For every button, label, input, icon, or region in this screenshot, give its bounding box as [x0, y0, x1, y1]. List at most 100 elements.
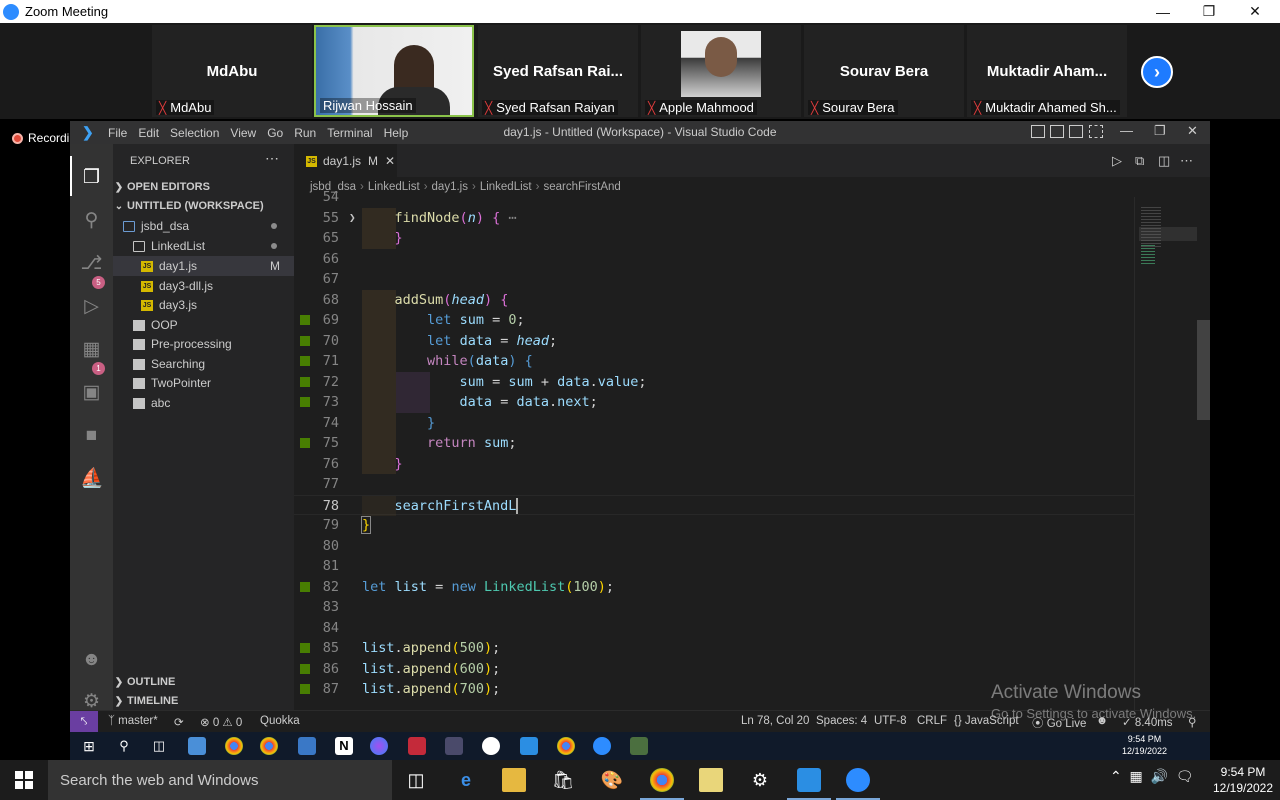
tab-day1[interactable]: JS day1.js M ✕ — [294, 144, 397, 177]
windows-start-button[interactable] — [0, 760, 48, 800]
store-icon[interactable]: 🛍 — [551, 768, 575, 792]
settings-gear-icon[interactable]: ⚙ — [748, 768, 772, 792]
system-tray[interactable]: ⌃ ▦ 🔊 🗨 — [1110, 768, 1194, 785]
taskbar-clock[interactable]: 9:54 PM 12/19/2022 — [1210, 764, 1276, 796]
encoding[interactable]: UTF-8 — [874, 715, 907, 727]
search-icon[interactable]: ⚲ — [80, 209, 103, 232]
tree-item-day3[interactable]: JS day3.js — [113, 295, 294, 315]
taskbar-search-box[interactable]: Search the web and Windows — [48, 760, 392, 800]
source-control-icon[interactable]: ⎇ — [80, 252, 103, 275]
vscode-restore-button[interactable]: ❐ — [1154, 123, 1166, 139]
docker-icon[interactable]: ⛵ — [80, 467, 104, 490]
toggle-sidebar-icon[interactable] — [1031, 125, 1045, 138]
code-line: 73 data = data.next; — [294, 392, 1134, 413]
app-icon[interactable] — [408, 737, 426, 755]
vscode-close-button[interactable]: ✕ — [1187, 123, 1198, 139]
windows-start-icon[interactable]: ⊞ — [80, 737, 98, 755]
menu-run[interactable]: Run — [294, 126, 316, 140]
tree-item-linkedlist[interactable]: LinkedList — [113, 236, 294, 256]
participant-tile[interactable]: Muktadir Aham... ╳ Muktadir Ahamed Sh... — [967, 25, 1127, 117]
menu-selection[interactable]: Selection — [170, 126, 219, 140]
menu-go[interactable]: Go — [267, 126, 283, 140]
close-button[interactable]: ✕ — [1232, 0, 1278, 23]
indentation[interactable]: Spaces: 4 — [816, 715, 867, 727]
search-icon[interactable]: ⚲ — [115, 737, 133, 755]
tree-item-oop[interactable]: OOP — [113, 315, 294, 335]
cursor-position[interactable]: Ln 78, Col 20 — [741, 715, 809, 727]
menu-edit[interactable]: Edit — [138, 126, 159, 140]
more-actions-icon[interactable]: ⋯ — [265, 150, 279, 167]
tree-item-abc[interactable]: abc — [113, 393, 294, 413]
notion-icon[interactable]: N — [335, 737, 353, 755]
fold-chevron-icon[interactable]: ❯ — [349, 208, 356, 229]
tree-item-day1[interactable]: JS day1.js M — [113, 256, 294, 276]
toggle-panel-icon[interactable] — [1050, 125, 1064, 138]
restore-button[interactable]: ❐ — [1186, 0, 1232, 23]
remote-explorer-icon[interactable]: ▣ — [80, 381, 103, 404]
app-icon[interactable] — [630, 737, 648, 755]
calculator-icon[interactable] — [298, 737, 316, 755]
menu-view[interactable]: View — [230, 126, 256, 140]
quokka-status[interactable]: Quokka — [260, 715, 300, 727]
tree-item-jsbd-dsa[interactable]: jsbd_dsa — [113, 216, 294, 236]
sync-icon[interactable]: ⟳ — [174, 715, 184, 729]
minimap[interactable] — [1134, 197, 1197, 710]
zoom-icon[interactable] — [593, 737, 611, 755]
editor-scrollbar[interactable] — [1197, 320, 1210, 420]
app-icon[interactable] — [188, 737, 206, 755]
chrome-icon[interactable] — [225, 737, 243, 755]
paint-icon[interactable]: 🎨 — [600, 768, 624, 792]
code-editor[interactable]: 54 55 ❯ findNode(n) { ⋯ 65 } 66 67 68 add… — [294, 189, 1210, 710]
participant-tile-video[interactable]: Rijwan Hossain — [314, 25, 474, 117]
tree-item-pre-processing[interactable]: Pre-processing — [113, 334, 294, 354]
participant-tile[interactable]: Sourav Bera ╳ Sourav Bera — [804, 25, 964, 117]
problems-indicator[interactable]: ⊗ 0 ⚠ 0 — [200, 715, 242, 729]
folder-icon[interactable] — [699, 768, 723, 792]
app-icon[interactable] — [445, 737, 463, 755]
tree-item-day3-dll[interactable]: JS day3-dll.js — [113, 276, 294, 296]
tree-item-searching[interactable]: Searching — [113, 354, 294, 374]
vscode-taskbar-icon[interactable] — [520, 737, 538, 755]
split-editor-icon[interactable]: ◫ — [1158, 153, 1170, 169]
section-timeline[interactable]: ❯ TIMELINE — [113, 691, 294, 711]
vscode-minimize-button[interactable]: — — [1120, 123, 1133, 138]
section-outline[interactable]: ❯ OUTLINE — [113, 672, 294, 692]
participant-tile[interactable]: ╳ Apple Mahmood — [641, 25, 801, 117]
accounts-icon[interactable]: ☻ — [80, 648, 103, 671]
chrome-icon[interactable] — [650, 768, 674, 792]
chrome-icon[interactable] — [260, 737, 278, 755]
menu-help[interactable]: Help — [384, 126, 409, 140]
task-view-icon[interactable]: ◫ — [404, 768, 428, 792]
participant-tile[interactable]: MdAbu ╳ MdAbu — [152, 25, 312, 117]
menu-file[interactable]: File — [108, 126, 127, 140]
messenger-icon[interactable] — [370, 737, 388, 755]
remote-indicator-icon[interactable]: ⤣ — [70, 711, 98, 732]
compare-changes-icon[interactable]: ⧉ — [1135, 153, 1144, 169]
menu-terminal[interactable]: Terminal — [327, 126, 372, 140]
chrome-icon[interactable] — [557, 737, 575, 755]
minimize-button[interactable]: — — [1140, 0, 1186, 23]
vscode-taskbar-icon[interactable] — [797, 768, 821, 792]
run-debug-icon[interactable]: ▷ — [80, 295, 103, 318]
next-page-arrow-icon[interactable]: › — [1141, 56, 1173, 88]
edge-icon[interactable]: e — [454, 768, 478, 792]
run-code-icon[interactable]: ▷ — [1112, 153, 1122, 169]
tab-close-icon[interactable]: ✕ — [385, 154, 395, 168]
section-open-editors[interactable]: ❯ OPEN EDITORS — [113, 177, 294, 197]
task-view-icon[interactable]: ◫ — [150, 737, 168, 755]
tree-item-twopointer[interactable]: TwoPointer — [113, 373, 294, 393]
toggle-secondary-sidebar-icon[interactable] — [1069, 125, 1083, 138]
participant-tile[interactable]: Syed Rafsan Rai... ╳ Syed Rafsan Raiyan — [478, 25, 638, 117]
section-workspace[interactable]: ⌄ UNTITLED (WORKSPACE) — [113, 196, 294, 216]
explorer-files-icon[interactable]: ❐ — [80, 166, 103, 189]
tab-modified-status: M — [368, 154, 379, 168]
testing-icon[interactable]: ■ — [80, 424, 103, 447]
line-ending[interactable]: CRLF — [917, 715, 947, 727]
extensions-icon[interactable]: ▦ — [80, 338, 103, 361]
zoom-taskbar-icon[interactable] — [846, 768, 870, 792]
more-actions-icon[interactable]: ⋯ — [1180, 153, 1193, 169]
git-branch[interactable]: ᛉ master* — [108, 715, 158, 727]
file-explorer-icon[interactable] — [502, 768, 526, 792]
obs-icon[interactable] — [482, 737, 500, 755]
customize-layout-icon[interactable] — [1089, 125, 1103, 138]
